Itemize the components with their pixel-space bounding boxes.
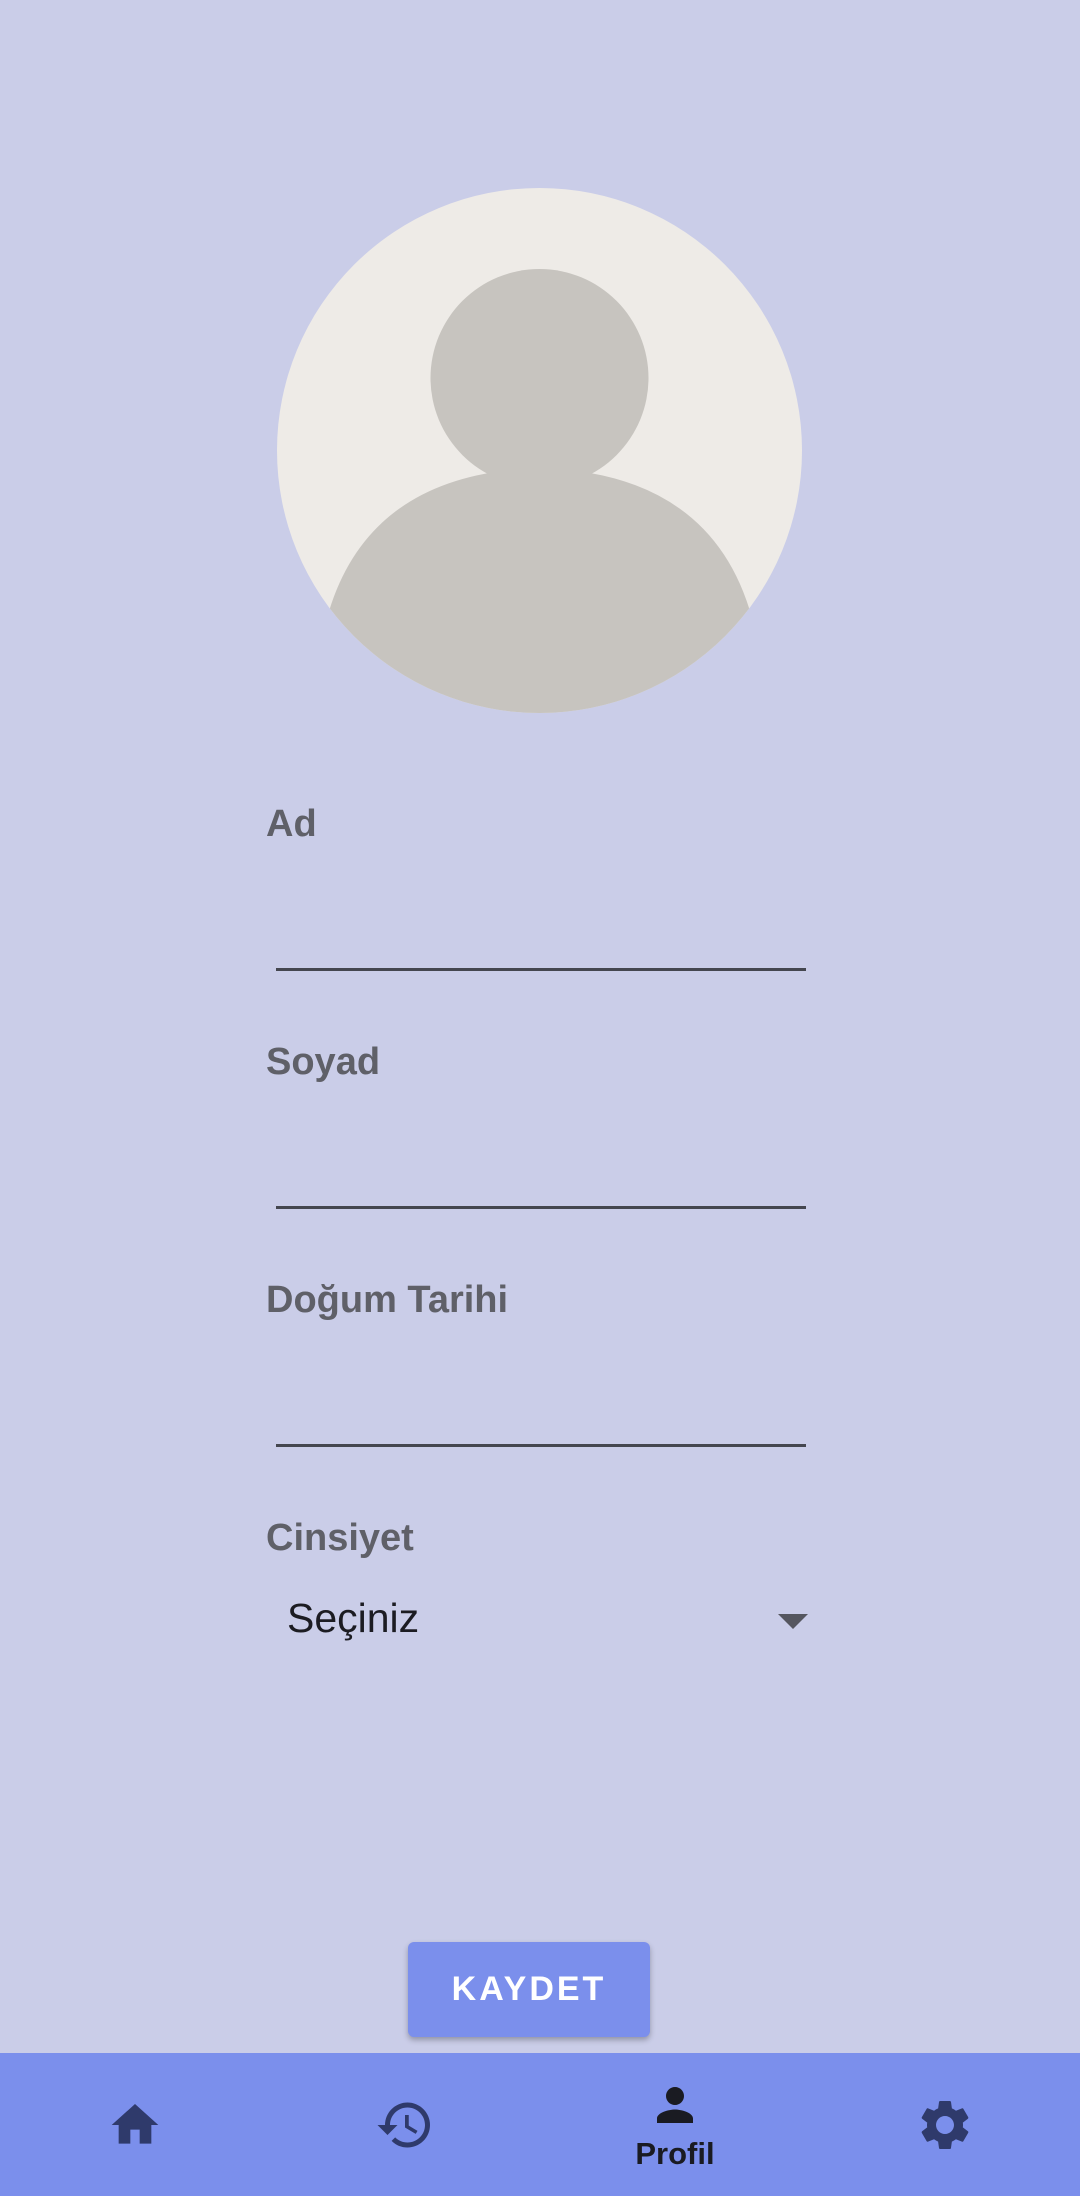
bottom-navigation: Profil bbox=[0, 2053, 1080, 2196]
gender-label: Cinsiyet bbox=[266, 1517, 414, 1559]
profile-avatar[interactable] bbox=[277, 188, 802, 713]
nav-item-history[interactable] bbox=[270, 2053, 540, 2196]
last-name-input[interactable] bbox=[276, 1206, 806, 1209]
birth-date-input[interactable] bbox=[276, 1444, 806, 1447]
nav-item-settings[interactable] bbox=[810, 2053, 1080, 2196]
first-name-label: Ad bbox=[266, 803, 317, 845]
nav-item-home[interactable] bbox=[0, 2053, 270, 2196]
gear-icon bbox=[921, 2100, 969, 2149]
first-name-input[interactable] bbox=[276, 968, 806, 971]
birth-date-label: Doğum Tarihi bbox=[266, 1279, 509, 1321]
gender-select[interactable]: Seçiniz bbox=[287, 1595, 419, 1642]
home-icon bbox=[111, 2103, 159, 2144]
history-icon bbox=[377, 2102, 430, 2147]
profile-screen: Ad Soyad Doğum Tarihi Cinsiyet Seçiniz K… bbox=[0, 0, 1080, 2196]
save-button[interactable]: KAYDET bbox=[408, 1942, 650, 2037]
nav-item-profile[interactable]: Profil bbox=[540, 2053, 810, 2196]
person-icon bbox=[657, 2086, 693, 2123]
chevron-down-icon[interactable] bbox=[778, 1614, 808, 1629]
nav-item-profile-label: Profil bbox=[635, 2135, 715, 2171]
last-name-label: Soyad bbox=[266, 1041, 381, 1083]
avatar-person-icon bbox=[327, 269, 752, 713]
